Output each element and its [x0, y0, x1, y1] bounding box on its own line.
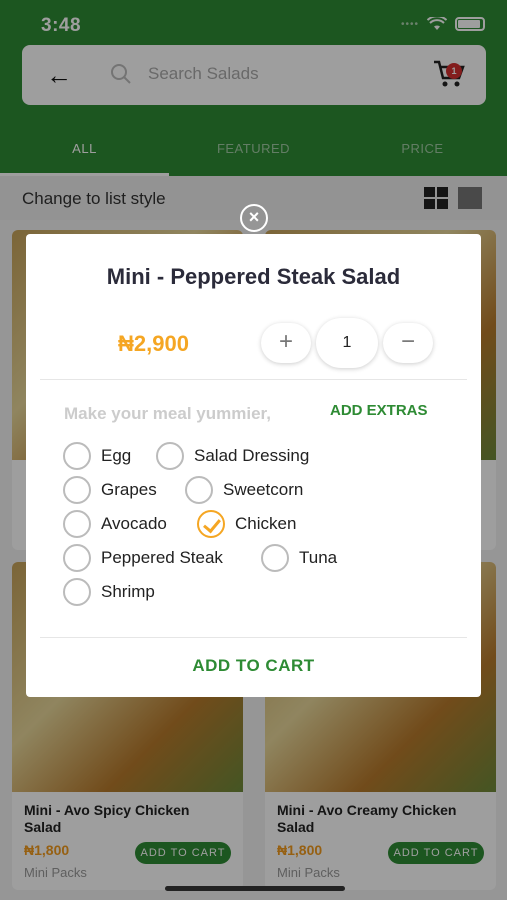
extra-option-sweetcorn[interactable]: Sweetcorn [185, 476, 303, 504]
option-label: Avocado [101, 514, 167, 533]
modal-price: ₦2,900 [118, 331, 189, 356]
radio-icon[interactable] [63, 510, 91, 538]
extra-option-avocado[interactable]: Avocado [63, 510, 167, 538]
option-label: Peppered Steak [101, 548, 223, 567]
modal-title: Mini - Peppered Steak Salad [106, 264, 401, 289]
extra-option-salad-dressing[interactable]: Salad Dressing [156, 442, 309, 470]
quantity-stepper: + 1 − [261, 318, 433, 368]
decrease-button[interactable]: − [383, 323, 433, 363]
option-label: Shrimp [101, 582, 155, 601]
add-extras-label: ADD EXTRAS [330, 402, 428, 419]
extra-option-peppered-steak[interactable]: Peppered Steak [63, 544, 223, 572]
radio-icon[interactable] [63, 442, 91, 470]
option-label: Salad Dressing [194, 446, 310, 465]
radio-icon[interactable] [63, 578, 91, 606]
extra-option-grapes[interactable]: Grapes [63, 476, 157, 504]
modal-add-to-cart-button[interactable]: ADD TO CART [26, 656, 481, 676]
option-label: Chicken [235, 514, 297, 533]
close-icon[interactable]: × [240, 204, 268, 232]
radio-icon[interactable] [63, 476, 91, 504]
home-indicator [165, 886, 345, 891]
increase-button[interactable]: + [261, 323, 311, 363]
extra-option-shrimp[interactable]: Shrimp [63, 578, 155, 606]
quantity-value: 1 [316, 318, 378, 368]
option-label: Grapes [101, 480, 157, 499]
checked-radio-icon[interactable] [197, 510, 225, 538]
extra-option-tuna[interactable]: Tuna [261, 544, 337, 572]
option-label: Tuna [299, 548, 338, 567]
option-label: Egg [101, 446, 132, 465]
extra-option-chicken[interactable]: Chicken [197, 510, 296, 538]
extra-option-egg[interactable]: Egg [63, 442, 131, 470]
extras-modal: Mini - Peppered Steak Salad ₦2,900 + 1 −… [26, 234, 481, 697]
radio-icon[interactable] [63, 544, 91, 572]
radio-icon[interactable] [261, 544, 289, 572]
radio-icon[interactable] [185, 476, 213, 504]
divider [40, 637, 467, 638]
option-label: Sweetcorn [223, 480, 304, 499]
app-screen: 3:48 •••• ← Search Salads 1 ALL FEATURED… [0, 0, 507, 900]
divider [40, 379, 467, 380]
extras-prompt: Make your meal yummier, [64, 404, 271, 423]
radio-icon[interactable] [156, 442, 184, 470]
